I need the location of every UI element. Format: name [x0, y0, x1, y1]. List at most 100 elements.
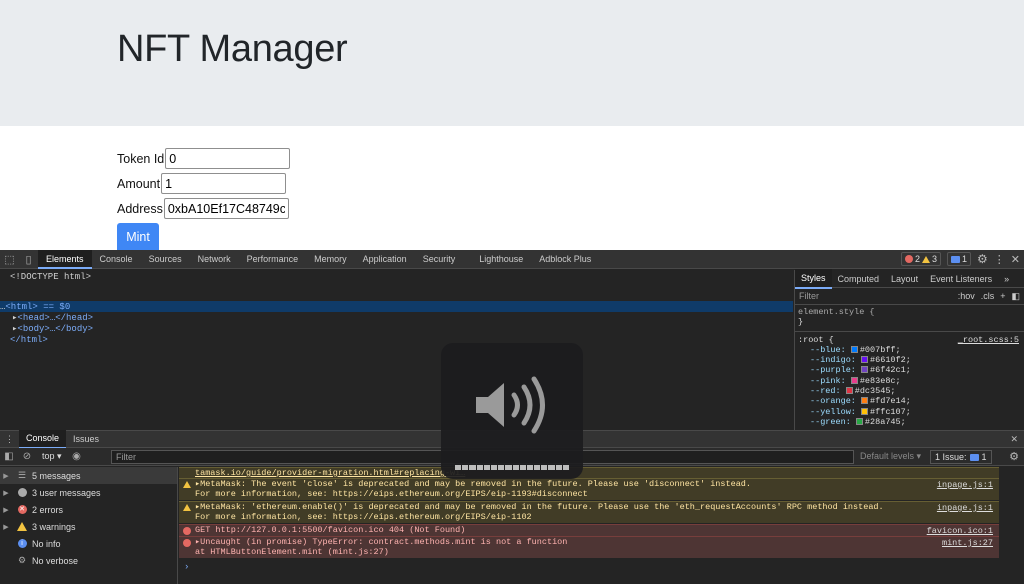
css-variable-name: --green: [810, 416, 851, 427]
expand-arrow-icon[interactable]: ▶ [0, 472, 12, 480]
address-input[interactable] [163, 198, 289, 219]
clear-console-icon[interactable]: ⊘ [18, 451, 36, 462]
tab-application[interactable]: Application [355, 250, 415, 269]
expand-arrow-icon[interactable]: ▶ [0, 506, 12, 514]
amount-input[interactable] [161, 173, 287, 194]
console-sidebar-label: 3 user messages [32, 487, 101, 498]
console-source-link[interactable]: inpage.js:1 [937, 480, 993, 490]
console-message-line: GET http://127.0.0.1:5500/favicon.ico 40… [195, 525, 466, 535]
console-sidebar-item[interactable]: ⚙ No verbose [0, 552, 177, 569]
tab-console[interactable]: Console [92, 250, 141, 269]
error-icon [183, 539, 191, 550]
console-sidebar-item[interactable]: ▶ ☰ 5 messages [0, 467, 177, 484]
css-variable-row[interactable]: --yellow: #ffc107; [798, 407, 1021, 417]
body-node[interactable]: ▸<body>…</body> [12, 324, 93, 334]
cls-toggle[interactable]: .cls [981, 291, 995, 301]
selected-node-highlight [0, 301, 793, 312]
expand-arrow-icon[interactable]: ▶ [0, 489, 12, 497]
css-variable-row[interactable]: --pink: #e83e8c; [798, 376, 1021, 386]
color-swatch-icon[interactable] [855, 417, 863, 425]
console-sidebar-item[interactable]: i No info [0, 535, 177, 552]
console-sidebar-item[interactable]: ▶ 3 warnings [0, 518, 177, 535]
css-variable-row[interactable]: --red: #dc3545; [798, 386, 1021, 396]
inspect-element-icon[interactable]: ⬚ [0, 250, 19, 269]
console-sidebar: ▶ ☰ 5 messages ▶ 3 user messages ▶ ✕ 2 errors ▶ 3… [0, 467, 178, 584]
tab-lighthouse[interactable]: Lighthouse [471, 250, 531, 269]
console-warning-message[interactable]: ▸MetaMask: 'ethereum.enable()' is deprec… [179, 501, 999, 523]
tab-security[interactable]: Security [415, 250, 464, 269]
volume-segment [483, 465, 490, 470]
tab-layout[interactable]: Layout [885, 270, 924, 288]
css-variable-row[interactable]: --blue: #007bff; [798, 345, 1021, 355]
console-source-link[interactable]: mint.js:27 [942, 538, 993, 548]
console-error-message[interactable]: ▸Uncaught (in promise) TypeError: contra… [179, 536, 999, 558]
console-sidebar-item[interactable]: ▶ ✕ 2 errors [0, 501, 177, 518]
gear-icon[interactable]: ⚙ [977, 252, 988, 266]
token-id-input[interactable] [165, 148, 291, 169]
eye-icon[interactable]: ◉ [68, 451, 86, 462]
console-prompt[interactable]: › [184, 562, 189, 572]
css-variable-row[interactable]: --orange: #fd7e14; [798, 396, 1021, 406]
close-drawer-icon[interactable]: ✕ [1010, 434, 1018, 445]
hov-toggle[interactable]: :hov [958, 291, 975, 301]
element-style-selector: element.style { [798, 307, 875, 317]
context-selector[interactable]: top ▾ [42, 451, 62, 462]
warning-icon [12, 522, 32, 531]
tab-styles[interactable]: Styles [795, 268, 832, 289]
device-toolbar-icon[interactable]: ▯ [19, 250, 38, 269]
color-swatch-icon[interactable] [861, 356, 869, 364]
color-swatch-icon[interactable] [850, 376, 858, 384]
console-message-line: tamask.io/guide/provider-migration.html#… [195, 468, 466, 478]
more-vertical-icon[interactable]: ⋮ [994, 253, 1005, 266]
root-source-link[interactable]: _root.scss:5 [958, 335, 1019, 345]
head-node[interactable]: ▸<head>…</head> [12, 313, 93, 323]
color-swatch-icon[interactable] [850, 345, 858, 353]
volume-segment [505, 465, 512, 470]
css-variable-row[interactable]: --purple: #6f42c1; [798, 365, 1021, 375]
more-tabs-icon[interactable]: » [998, 270, 1015, 288]
list-icon: ☰ [17, 470, 27, 480]
tab-sources[interactable]: Sources [141, 250, 190, 269]
tab-performance[interactable]: Performance [239, 250, 307, 269]
css-variable-row[interactable]: --green: #28a745; [798, 417, 1021, 427]
console-warning-message[interactable]: ▸MetaMask: The event 'close' is deprecat… [179, 478, 999, 500]
color-swatch-icon[interactable] [861, 397, 869, 405]
issues-button[interactable]: 1 Issue: 1 [930, 450, 992, 464]
doctype-line[interactable]: <!DOCTYPE html> [10, 272, 91, 282]
tab-event-listeners[interactable]: Event Listeners [924, 270, 998, 288]
drawer-tab-console[interactable]: Console [19, 429, 67, 449]
drawer-tab-issues[interactable]: Issues [66, 431, 106, 448]
tab-memory[interactable]: Memory [306, 250, 355, 269]
html-node[interactable]: …<html> == $0 [0, 302, 70, 312]
tab-computed[interactable]: Computed [832, 270, 886, 288]
sidebar-toggle-icon[interactable]: ◧ [0, 451, 18, 462]
color-swatch-icon[interactable] [845, 387, 853, 395]
color-swatch-icon[interactable] [861, 366, 869, 374]
new-rule-icon[interactable]: + [1000, 291, 1005, 301]
log-levels-dropdown[interactable]: Default levels ▾ [860, 451, 921, 462]
error-icon: ✕ [17, 505, 27, 514]
drawer-menu-icon[interactable]: ⋮ [0, 434, 19, 445]
info-badge[interactable]: 1 [947, 252, 972, 266]
tab-adblock-plus[interactable]: Adblock Plus [531, 250, 599, 269]
issue-counts-badge[interactable]: 2 3 [900, 252, 941, 266]
expand-arrow-icon[interactable]: ▶ [0, 523, 12, 531]
close-icon[interactable]: ✕ [1011, 253, 1020, 266]
console-error-message[interactable]: GET http://127.0.0.1:5500/favicon.ico 40… [179, 524, 999, 536]
toggle-sidebar-icon[interactable]: ◧ [1011, 291, 1020, 302]
tab-network[interactable]: Network [190, 250, 239, 269]
css-variable-row[interactable]: --indigo: #6610f2; [798, 355, 1021, 365]
color-swatch-icon[interactable] [861, 407, 869, 415]
console-source-link[interactable]: favicon.ico:1 [927, 526, 993, 536]
styles-filter-input[interactable]: Filter [799, 291, 952, 301]
console-settings-gear-icon[interactable]: ⚙ [1009, 450, 1019, 463]
tab-elements[interactable]: Elements [38, 249, 92, 269]
css-variable-name: --indigo: [810, 355, 856, 366]
mint-button[interactable]: Mint [117, 223, 159, 250]
warning-icon [921, 255, 930, 263]
console-source-link[interactable]: inpage.js:1 [937, 503, 993, 513]
volume-level-bar [455, 465, 569, 470]
warning-icon [183, 481, 191, 491]
console-sidebar-item[interactable]: ▶ 3 user messages [0, 484, 177, 501]
error-count: 2 [914, 254, 920, 264]
